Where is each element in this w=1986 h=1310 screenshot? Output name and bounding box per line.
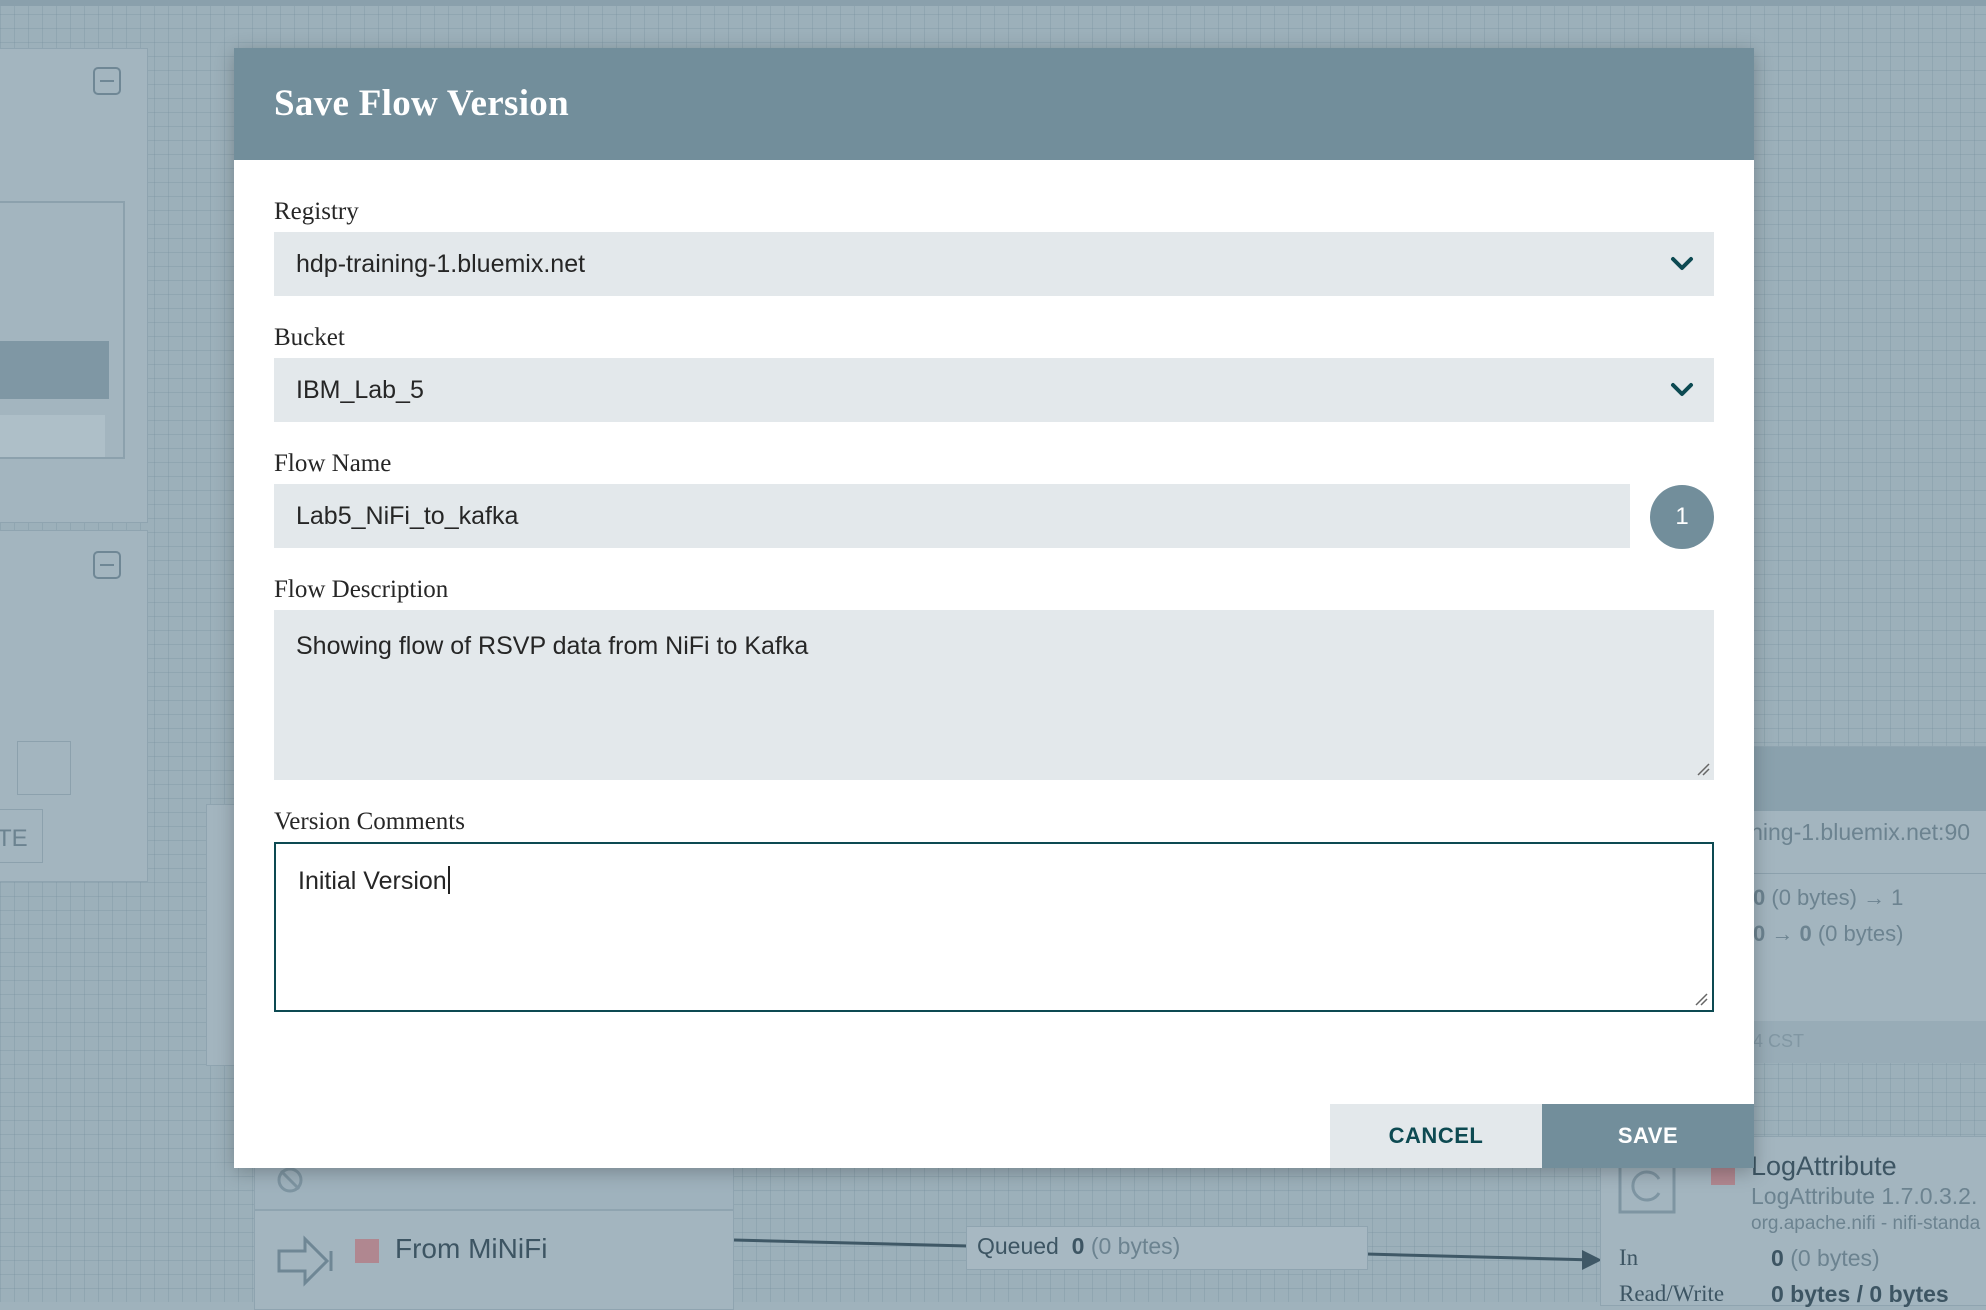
connection-label[interactable]: Queued 0 (0 bytes) — [966, 1226, 1368, 1270]
flow-description-label: Flow Description — [274, 576, 449, 603]
queued-label: Queued 0 (0 bytes) — [977, 1233, 1181, 1259]
processor-bundle: org.apache.nifi - nifi-standa — [1751, 1213, 1981, 1234]
dialog-title: Save Flow Version — [274, 83, 569, 124]
dialog-header: Save Flow Version — [234, 48, 1754, 160]
flow-name-value: Lab5_NiFi_to_kafka — [296, 502, 519, 530]
processor-name: LogAttribute — [1751, 1151, 1897, 1181]
processor-rw-label: Read/Write — [1619, 1281, 1725, 1306]
registry-select[interactable]: hdp-training-1.bluemix.net — [274, 232, 1714, 296]
resize-grip-icon[interactable] — [1696, 762, 1710, 776]
cancel-button[interactable]: CANCEL — [1330, 1104, 1542, 1168]
save-button[interactable]: SAVE — [1542, 1104, 1754, 1168]
version-comments-label: Version Comments — [274, 808, 465, 835]
registry-value: hdp-training-1.bluemix.net — [296, 250, 586, 278]
resize-grip-icon[interactable] — [1694, 992, 1708, 1006]
flow-name-label: Flow Name — [274, 450, 392, 477]
flow-name-input[interactable]: Lab5_NiFi_to_kafka — [274, 484, 1630, 548]
registry-label: Registry — [274, 198, 359, 225]
bucket-label: Bucket — [274, 324, 345, 351]
version-badge: 1 — [1650, 485, 1714, 549]
chevron-down-icon — [1671, 257, 1693, 270]
text-cursor — [447, 866, 450, 894]
processor-type: LogAttribute 1.7.0.3.2. — [1751, 1183, 1978, 1209]
version-comments-textarea[interactable]: Initial Version — [274, 842, 1714, 1012]
processor-rw-value: 0 bytes / 0 bytes — [1771, 1281, 1949, 1307]
processor-in-label: In — [1619, 1245, 1639, 1270]
version-comments-value: Initial Version — [298, 867, 447, 895]
bucket-select[interactable]: IBM_Lab_5 — [274, 358, 1714, 422]
bucket-value: IBM_Lab_5 — [296, 376, 424, 404]
processor-in-value: 0 (0 bytes) — [1771, 1245, 1880, 1271]
chevron-down-icon — [1671, 383, 1693, 396]
flow-description-textarea[interactable]: Showing flow of RSVP data from NiFi to K… — [274, 610, 1714, 780]
save-flow-version-dialog: Save Flow Version Registry hdp-training-… — [234, 48, 1754, 1168]
flow-description-value: Showing flow of RSVP data from NiFi to K… — [296, 632, 809, 660]
